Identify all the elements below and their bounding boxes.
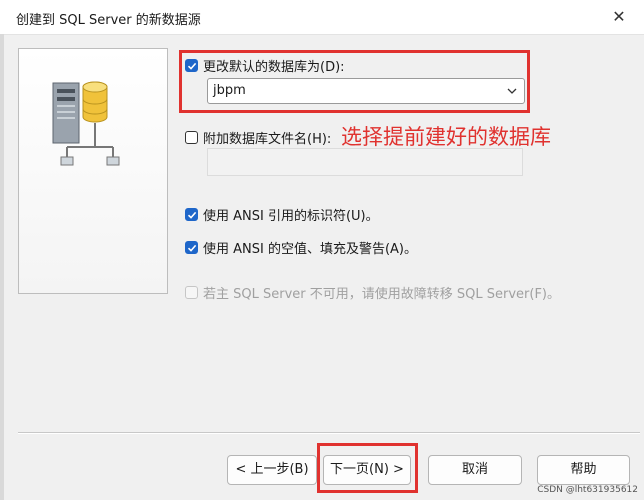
failover-label: 若主 SQL Server 不可用，请使用故障转移 SQL Server(F)。 bbox=[203, 287, 560, 302]
button-separator bbox=[18, 432, 640, 434]
window-title: 创建到 SQL Server 的新数据源 bbox=[16, 13, 201, 28]
window-edge bbox=[0, 34, 4, 500]
checkmark-icon bbox=[187, 244, 196, 252]
back-button[interactable]: < 上一步(B) bbox=[227, 455, 317, 485]
highlight-next-box bbox=[317, 443, 418, 493]
highlight-database-box bbox=[179, 50, 530, 113]
database-server-icon bbox=[52, 81, 120, 166]
ansi-nulls-checkbox[interactable] bbox=[185, 241, 198, 254]
failover-option: 若主 SQL Server 不可用，请使用故障转移 SQL Server(F)。 bbox=[185, 283, 560, 302]
cancel-button[interactable]: 取消 bbox=[428, 455, 522, 485]
ansi-nulls-option[interactable]: 使用 ANSI 的空值、填充及警告(A)。 bbox=[185, 238, 417, 257]
title-bar: 创建到 SQL Server 的新数据源 ✕ bbox=[0, 0, 644, 35]
help-button[interactable]: 帮助 bbox=[537, 455, 630, 485]
failover-checkbox bbox=[185, 286, 198, 299]
ansi-quoted-option[interactable]: 使用 ANSI 引用的标识符(U)。 bbox=[185, 205, 379, 224]
ansi-nulls-label: 使用 ANSI 的空值、填充及警告(A)。 bbox=[203, 242, 418, 257]
ansi-quoted-label: 使用 ANSI 引用的标识符(U)。 bbox=[203, 209, 379, 224]
watermark: CSDN @lht631935612 bbox=[537, 485, 638, 495]
attach-db-file-input bbox=[207, 148, 523, 176]
attach-db-file-checkbox[interactable] bbox=[185, 131, 198, 144]
annotation-text: 选择提前建好的数据库 bbox=[341, 125, 551, 149]
attach-db-file-label: 附加数据库文件名(H): bbox=[203, 132, 332, 147]
attach-db-file-option[interactable]: 附加数据库文件名(H): bbox=[185, 128, 331, 147]
wizard-image-panel bbox=[18, 48, 168, 294]
ansi-quoted-checkbox[interactable] bbox=[185, 208, 198, 221]
checkmark-icon bbox=[187, 211, 196, 219]
close-icon[interactable]: ✕ bbox=[608, 6, 630, 28]
